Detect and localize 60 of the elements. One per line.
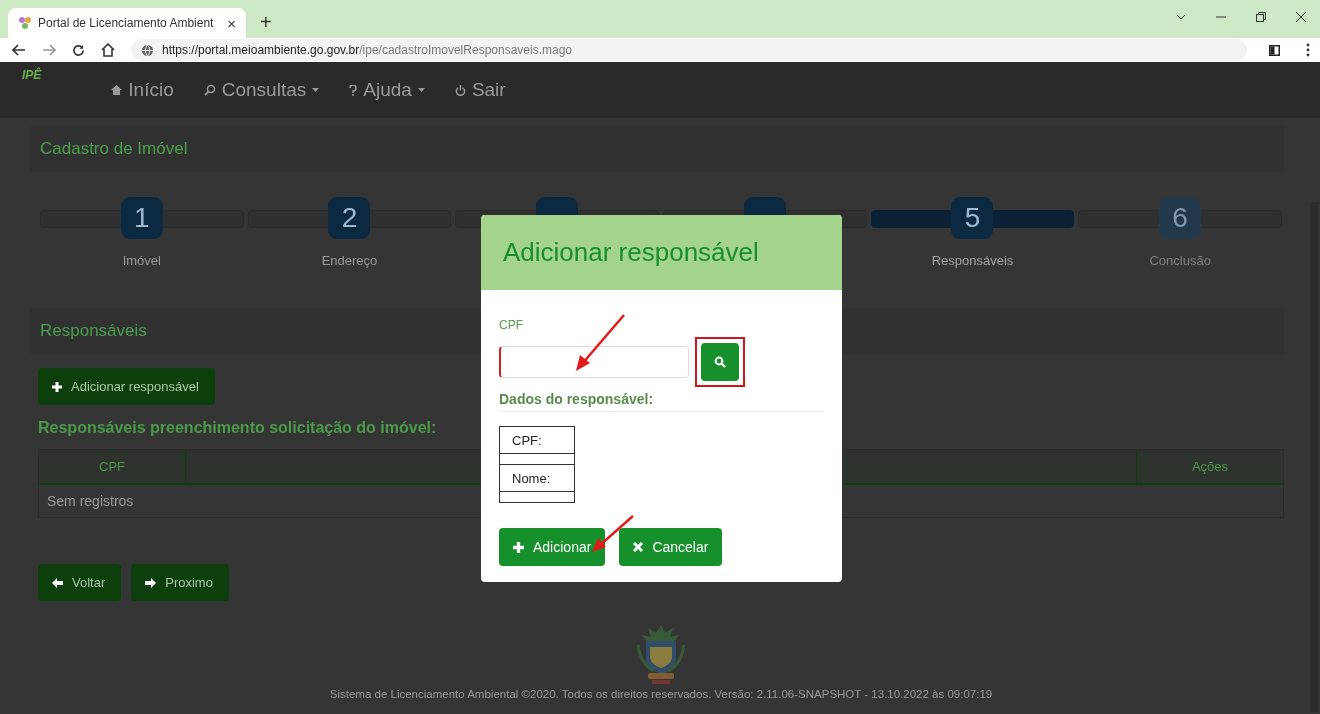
flower-icon	[18, 16, 32, 30]
plus-icon	[513, 541, 524, 553]
field-label: CPF	[499, 318, 524, 332]
sidebar-icon[interactable]	[1269, 44, 1280, 56]
details-label-cell: Nome:	[500, 465, 574, 492]
step-label: Endereço	[321, 253, 378, 268]
annotation-arrow	[574, 314, 626, 372]
annotation-arrow	[591, 515, 635, 553]
restore-icon[interactable]	[1256, 12, 1266, 22]
search-icon	[714, 356, 726, 368]
section-title: Responsáveis	[40, 321, 147, 341]
step-number[interactable]: 2	[328, 197, 371, 239]
x-icon	[633, 542, 644, 552]
site-logo[interactable]: IPÊ	[22, 68, 42, 82]
nav-link[interactable]: Sair	[454, 79, 506, 101]
dialog-title: Adicionar responsável	[503, 237, 759, 268]
forward-arrow-icon[interactable]	[42, 44, 56, 56]
step-number[interactable]: 1	[120, 197, 163, 239]
nav-link[interactable]: Início	[111, 79, 174, 101]
left-arrow-icon	[52, 577, 63, 588]
more-icon[interactable]	[1306, 43, 1310, 57]
power-icon	[454, 84, 466, 96]
close-icon[interactable]	[1296, 12, 1306, 22]
new-tab-button[interactable]: +	[260, 11, 272, 34]
add-button[interactable]: Adicionar	[499, 528, 606, 566]
step-label: Responsáveis	[931, 253, 1014, 268]
cpf-input-field[interactable]	[499, 346, 689, 378]
nav-link[interactable]: Consultas	[203, 79, 320, 101]
browser-tab[interactable]: Portal de Licenciamento Ambient ×	[8, 8, 246, 38]
cancel-button[interactable]: Cancelar	[619, 528, 723, 566]
back-button[interactable]: Voltar	[38, 564, 122, 601]
close-tab-button[interactable]: ×	[227, 14, 236, 32]
footer-text: Sistema de Licenciamento Ambiental ©2020. Todos os direitos reservados. Versão: 2.11.06-SNAPSHOT - 13.10.2022 às 09:07:19	[329, 688, 993, 700]
details-heading: Dados do responsável:	[499, 387, 824, 412]
column-header: Ações	[1190, 458, 1230, 476]
home-icon	[111, 85, 123, 95]
add-responsible-button[interactable]: Adicionar responsável	[38, 368, 215, 405]
globe-icon	[141, 43, 154, 57]
chevron-down-icon[interactable]	[1176, 14, 1186, 20]
address-bar[interactable]: https://portal.meioambiente.go.gov.br/ipe/cadastroImovelResponsaveis.mago	[131, 39, 1247, 61]
step-number[interactable]: 5	[951, 197, 994, 239]
column-header: CPF	[39, 450, 186, 483]
search-icon	[203, 84, 216, 96]
nav-link[interactable]: Ajuda	[349, 79, 425, 101]
page-title: Cadastro de Imóvel	[40, 139, 188, 159]
back-arrow-icon[interactable]	[12, 44, 26, 56]
empty-table-message: Sem registros	[47, 493, 134, 509]
home-icon[interactable]	[101, 43, 115, 57]
step-label: Imóvel	[122, 253, 161, 268]
tab-title: Portal de Licenciamento Ambient	[38, 16, 215, 30]
table-caption: Responsáveis preenchimento solicitação do imóvel:	[38, 419, 438, 437]
details-label-cell: CPF:	[500, 427, 574, 454]
plus-icon	[52, 381, 62, 392]
right-arrow-icon	[145, 577, 157, 588]
search-button[interactable]	[701, 343, 739, 381]
question-mark-icon	[349, 84, 358, 96]
url-text: https://portal.meioambiente.go.gov.br/ipe/cadastroImovelResponsaveis.mago	[162, 43, 572, 57]
reload-icon[interactable]	[72, 43, 85, 57]
step-label: Conclusão	[1149, 253, 1211, 268]
next-button[interactable]: Proximo	[131, 564, 229, 601]
